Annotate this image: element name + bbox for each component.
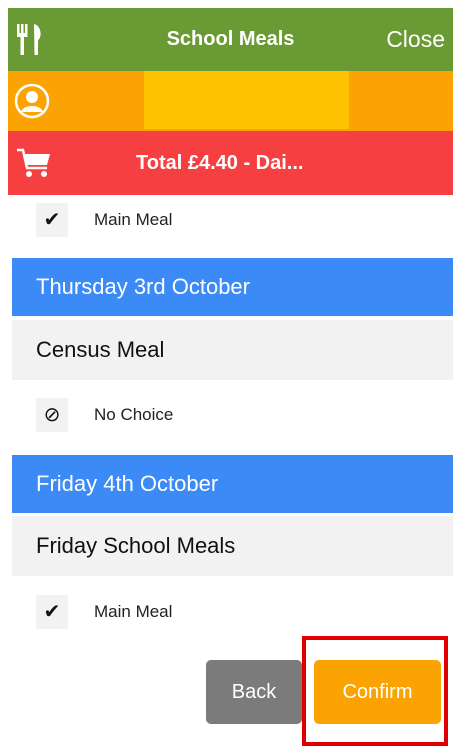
user-bar[interactable] xyxy=(8,71,453,131)
pupil-name-box[interactable] xyxy=(144,71,349,129)
basket-bar[interactable]: Total £4.40 - Dai... xyxy=(8,131,453,195)
check-icon[interactable]: ✔ xyxy=(36,203,68,237)
day-header-thursday: Thursday 3rd October xyxy=(12,258,453,316)
meal-type-label: Friday School Meals xyxy=(36,533,236,558)
app-header: School Meals Close xyxy=(8,8,453,71)
meal-type-row: Friday School Meals xyxy=(12,516,453,576)
day-title: Thursday 3rd October xyxy=(36,274,250,299)
basket-total: Total £4.40 - Dai... xyxy=(136,152,304,174)
meal-selection-row[interactable]: ✔ Main Meal xyxy=(8,587,453,637)
close-button[interactable]: Close xyxy=(386,8,445,71)
user-avatar-icon xyxy=(14,83,50,124)
day-header-friday: Friday 4th October xyxy=(12,455,453,513)
meal-type-label: Census Meal xyxy=(36,337,165,362)
meal-type-row: Census Meal xyxy=(12,320,453,380)
selection-label: Main Meal xyxy=(94,210,173,229)
cart-icon xyxy=(16,146,52,185)
day-title: Friday 4th October xyxy=(36,471,219,496)
check-icon[interactable]: ✔ xyxy=(36,595,68,629)
selection-label: Main Meal xyxy=(94,602,173,621)
meal-selection-row[interactable]: ⊘ No Choice xyxy=(8,390,453,440)
meal-selection-row[interactable]: ✔ Main Meal xyxy=(8,195,453,245)
back-button[interactable]: Back xyxy=(206,660,302,724)
no-choice-icon[interactable]: ⊘ xyxy=(36,398,68,432)
selection-label: No Choice xyxy=(94,405,174,424)
confirm-button[interactable]: Confirm xyxy=(314,660,441,724)
